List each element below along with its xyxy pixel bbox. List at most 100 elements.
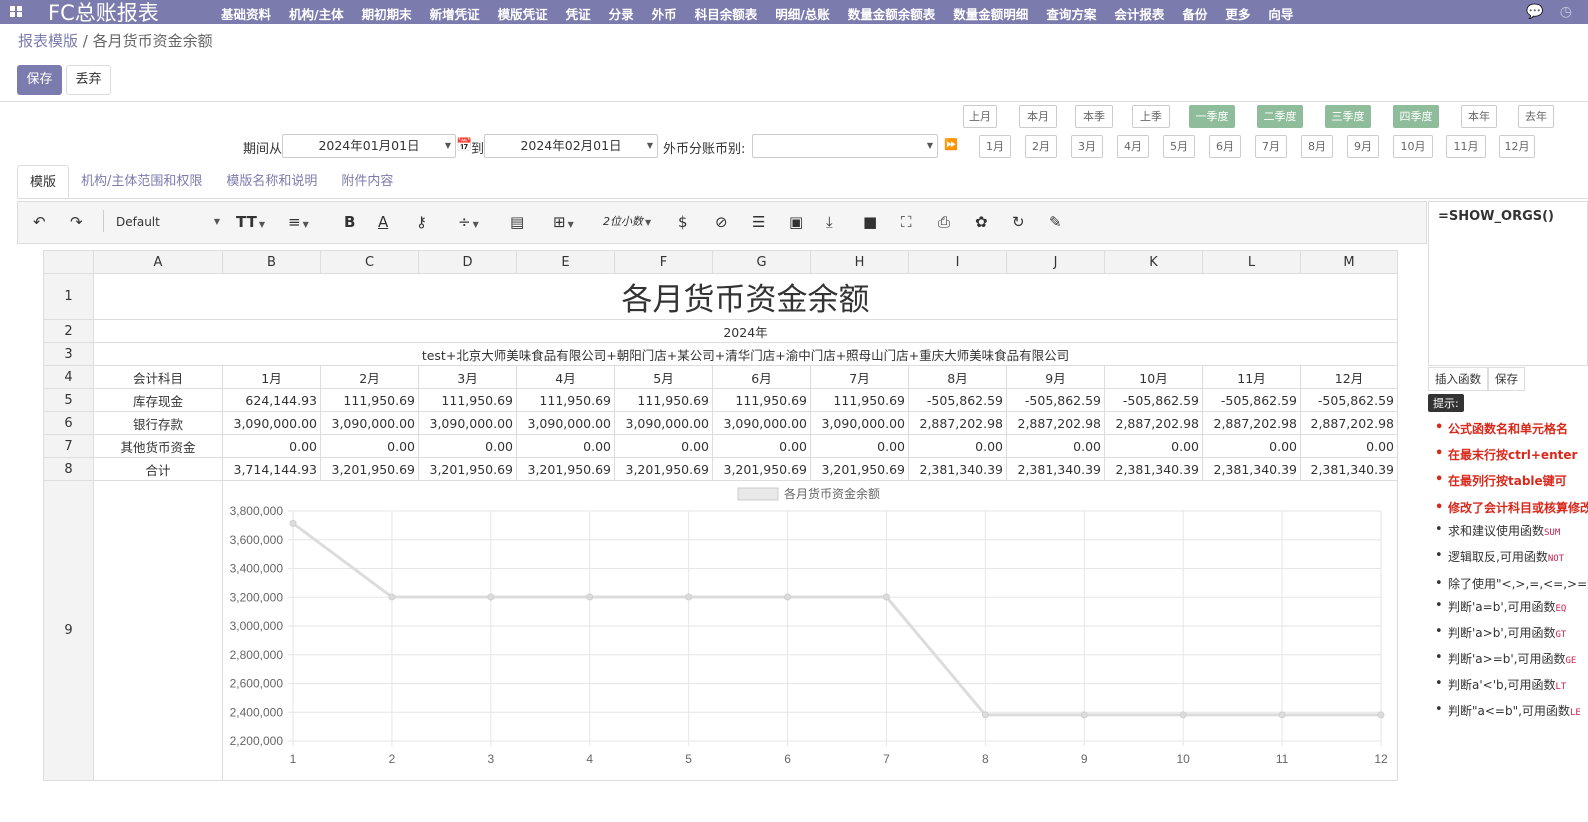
bold-icon[interactable]: B — [344, 212, 355, 232]
value-cell[interactable]: 3,090,000.00 — [516, 411, 615, 435]
value-cell[interactable]: 0.00 — [418, 434, 517, 458]
menu-item[interactable]: 查询方案 — [1037, 4, 1105, 23]
value-cell[interactable]: 2,887,202.98 — [1202, 411, 1301, 435]
currency-format-icon[interactable]: $ — [678, 212, 688, 232]
month-button[interactable]: 5月 — [1163, 135, 1195, 158]
month-button[interactable]: 3月 — [1071, 135, 1103, 158]
column-header[interactable]: I — [908, 250, 1007, 274]
menu-item[interactable]: 外币 — [643, 4, 686, 23]
tab[interactable]: 附件内容 — [329, 165, 405, 199]
header-cell[interactable]: 12月 — [1300, 365, 1398, 389]
header-cell[interactable]: 10月 — [1104, 365, 1203, 389]
period-button[interactable]: 三季度 — [1325, 105, 1371, 128]
column-header[interactable]: D — [418, 250, 517, 274]
column-header[interactable]: F — [614, 250, 713, 274]
value-cell[interactable]: 624,144.93 — [222, 388, 321, 412]
value-cell[interactable]: 3,090,000.00 — [712, 411, 811, 435]
calendar-icon[interactable]: 📅 — [456, 138, 472, 153]
month-button[interactable]: 6月 — [1209, 135, 1241, 158]
value-cell[interactable]: 0.00 — [810, 434, 909, 458]
fill-color-icon[interactable]: ⚷ — [416, 212, 427, 232]
value-cell[interactable]: -505,862.59 — [1104, 388, 1203, 412]
chart-anchor-cell[interactable] — [93, 480, 223, 781]
undo-icon[interactable]: ↶ — [33, 212, 46, 232]
period-button[interactable]: 本季 — [1075, 105, 1113, 128]
clear-format-icon[interactable]: ⊘ — [715, 212, 728, 232]
period-button[interactable]: 上月 — [963, 105, 997, 128]
period-button[interactable]: 上季 — [1132, 105, 1170, 128]
column-header[interactable]: H — [810, 250, 909, 274]
column-header[interactable]: A — [93, 250, 223, 274]
header-cell[interactable]: 11月 — [1202, 365, 1301, 389]
header-cell[interactable]: 2月 — [320, 365, 419, 389]
font-select[interactable]: Default ▼ — [116, 212, 220, 232]
month-button[interactable]: 2月 — [1025, 135, 1057, 158]
value-cell[interactable]: 111,950.69 — [418, 388, 517, 412]
value-cell[interactable]: 0.00 — [516, 434, 615, 458]
breadcrumb-parent[interactable]: 报表模版 — [18, 32, 78, 50]
report-title-cell[interactable]: 各月货币资金余额 — [93, 273, 1398, 320]
month-button[interactable]: 10月 — [1393, 135, 1433, 158]
value-cell[interactable]: 0.00 — [1300, 434, 1398, 458]
row-header[interactable]: 1 — [43, 273, 94, 320]
insert-function-button[interactable]: 插入函数 — [1428, 367, 1488, 391]
value-cell[interactable]: 111,950.69 — [320, 388, 419, 412]
discard-button[interactable]: 丢弃 — [66, 65, 111, 95]
chat-icon[interactable]: 💬 — [1526, 4, 1543, 20]
value-cell[interactable]: 2,887,202.98 — [1006, 411, 1105, 435]
to-date-field[interactable]: 2024年02月01日 ▼ — [484, 134, 658, 158]
menu-item[interactable]: 更多 — [1216, 4, 1259, 23]
save-icon[interactable]: ■ — [863, 212, 877, 232]
report-year-cell[interactable]: 2024年 — [93, 319, 1398, 343]
menu-item[interactable]: 明细/总账 — [766, 4, 839, 23]
column-header[interactable]: K — [1104, 250, 1203, 274]
month-button[interactable]: 8月 — [1301, 135, 1333, 158]
row-header[interactable]: 2 — [43, 319, 94, 343]
column-header[interactable]: C — [320, 250, 419, 274]
menu-item[interactable]: 基础资料 — [212, 4, 280, 23]
column-header[interactable]: B — [222, 250, 321, 274]
save-button[interactable]: 保存 — [17, 65, 62, 95]
header-cell[interactable]: 8月 — [908, 365, 1007, 389]
menu-item[interactable]: 数量金额明细 — [944, 4, 1037, 23]
menu-item[interactable]: 分录 — [600, 4, 643, 23]
column-header[interactable]: M — [1300, 250, 1398, 274]
fullscreen-icon[interactable]: ⛶ — [901, 212, 912, 232]
value-cell[interactable]: 111,950.69 — [712, 388, 811, 412]
value-cell[interactable]: 0.00 — [712, 434, 811, 458]
from-date-field[interactable]: 2024年01月01日 ▼ — [282, 134, 456, 158]
value-cell[interactable]: 3,090,000.00 — [614, 411, 713, 435]
value-cell[interactable]: 3,090,000.00 — [418, 411, 517, 435]
menu-item[interactable]: 模版凭证 — [489, 4, 557, 23]
column-header[interactable]: J — [1006, 250, 1105, 274]
row-header[interactable]: 7 — [43, 434, 94, 458]
value-cell[interactable]: 0.00 — [1104, 434, 1203, 458]
menu-item[interactable]: 机构/主体 — [280, 4, 353, 23]
value-cell[interactable]: 0.00 — [320, 434, 419, 458]
value-cell[interactable]: 111,950.69 — [810, 388, 909, 412]
merge-cells-icon[interactable]: ▤ — [510, 212, 524, 232]
value-cell[interactable]: -505,862.59 — [1300, 388, 1398, 412]
debug-icon[interactable]: ✿ — [975, 212, 988, 232]
menu-item[interactable]: 科目余额表 — [686, 4, 767, 23]
menu-item[interactable]: 期初期末 — [353, 4, 421, 23]
header-cell[interactable]: 3月 — [418, 365, 517, 389]
row-header[interactable]: 9 — [43, 480, 94, 781]
text-color-icon[interactable]: A — [378, 212, 388, 232]
value-cell[interactable]: 0.00 — [1006, 434, 1105, 458]
clock-icon[interactable]: ◷ — [1560, 4, 1572, 20]
month-button[interactable]: 12月 — [1499, 135, 1535, 158]
account-cell[interactable]: 库存现金 — [93, 388, 223, 412]
month-button[interactable]: 1月 — [979, 135, 1011, 158]
value-cell[interactable]: 2,887,202.98 — [1300, 411, 1398, 435]
menu-item[interactable]: 备份 — [1173, 4, 1216, 23]
row-header[interactable]: 5 — [43, 388, 94, 412]
download-icon[interactable]: ⤓ — [826, 212, 833, 232]
menu-item[interactable]: 会计报表 — [1105, 4, 1173, 23]
decimals-select[interactable]: 2位小数 ▼ — [603, 212, 651, 232]
period-button[interactable]: 二季度 — [1257, 105, 1303, 128]
menu-item[interactable]: 向导 — [1259, 4, 1302, 23]
column-header[interactable]: E — [516, 250, 615, 274]
row-header[interactable]: 4 — [43, 365, 94, 389]
value-cell[interactable]: 2,887,202.98 — [1104, 411, 1203, 435]
